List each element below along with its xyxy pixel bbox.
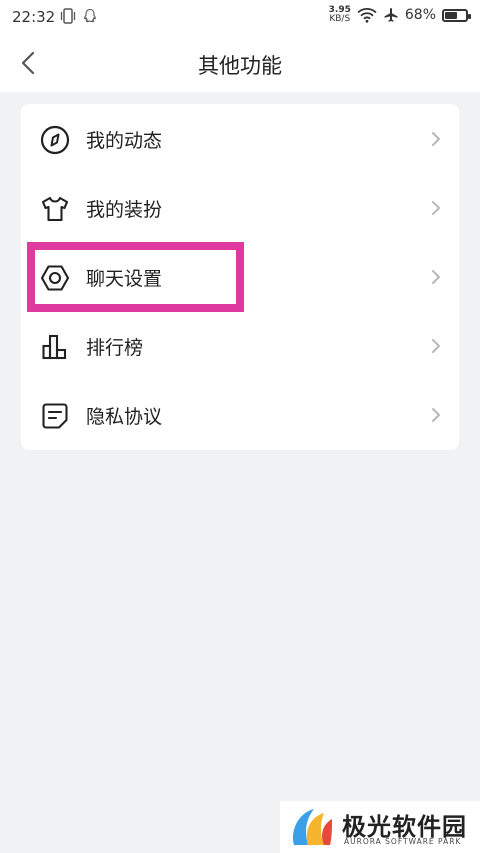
status-bar: 22:32 3.95 KB/S 68% bbox=[0, 0, 480, 34]
highlight-box bbox=[27, 242, 244, 312]
page-title: 其他功能 bbox=[198, 54, 282, 78]
battery-fill bbox=[445, 11, 457, 19]
bar-chart-icon bbox=[42, 334, 67, 360]
menu-item-label: 隐私协议 bbox=[86, 406, 163, 428]
menu-item-my-outfits[interactable]: 我的装扮 bbox=[21, 173, 459, 242]
chevron-right-icon bbox=[432, 270, 440, 284]
qq-icon bbox=[84, 8, 96, 23]
menu-item-label: 排行榜 bbox=[86, 337, 144, 359]
watermark-subtitle: AURORA SOFTWARE PARK bbox=[344, 837, 462, 846]
chevron-right-icon bbox=[432, 201, 440, 215]
chevron-right-icon bbox=[432, 132, 440, 146]
battery-percent: 68% bbox=[404, 7, 436, 23]
watermark: 极光软件园 AURORA SOFTWARE PARK bbox=[280, 801, 480, 853]
chevron-right-icon bbox=[432, 408, 440, 422]
vibrate-icon bbox=[60, 8, 76, 24]
menu-item-privacy-policy[interactable]: 隐私协议 bbox=[21, 380, 459, 449]
airplane-mode-icon bbox=[384, 8, 398, 22]
status-time: 22:32 bbox=[12, 8, 56, 26]
network-speed: 3.95 KB/S bbox=[329, 6, 351, 24]
menu-item-leaderboard[interactable]: 排行榜 bbox=[21, 311, 459, 380]
battery-icon bbox=[442, 8, 471, 22]
nav-bar: 其他功能 bbox=[0, 34, 480, 92]
chevron-right-icon bbox=[432, 339, 440, 353]
tshirt-icon bbox=[41, 196, 69, 222]
document-icon bbox=[42, 403, 68, 429]
compass-icon bbox=[40, 125, 70, 155]
menu-item-my-posts[interactable]: 我的动态 bbox=[21, 104, 459, 173]
network-speed-unit: KB/S bbox=[329, 14, 351, 24]
aurora-logo-icon bbox=[292, 809, 332, 845]
menu-item-label: 我的装扮 bbox=[86, 199, 163, 221]
status-left-icons bbox=[60, 8, 98, 24]
wifi-icon bbox=[357, 8, 377, 23]
status-right: 3.95 KB/S 68% bbox=[329, 6, 471, 24]
menu-item-label: 我的动态 bbox=[86, 130, 163, 152]
